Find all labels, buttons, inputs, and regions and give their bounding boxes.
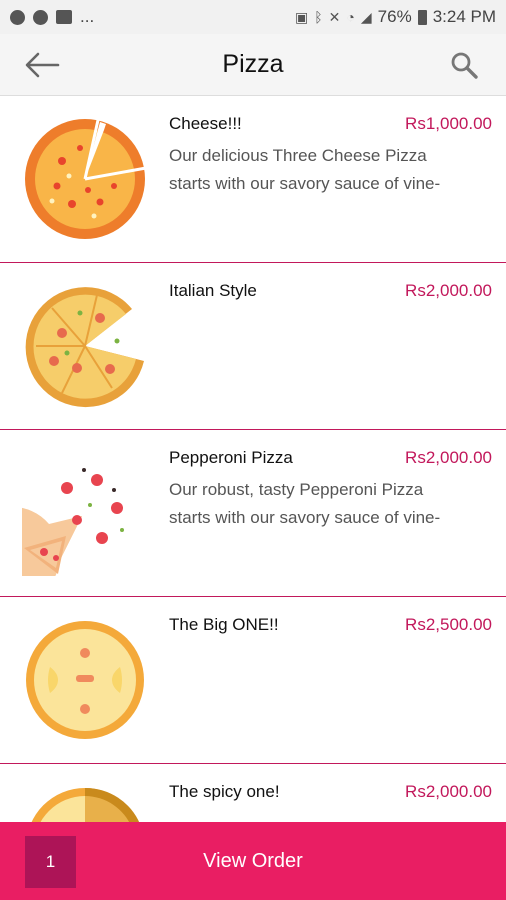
clock: 3:24 PM [432, 7, 496, 26]
toolbar: Pizza [0, 34, 506, 96]
signal-icon: ◢ [360, 8, 372, 25]
item-description: Our delicious Three Cheese Pizza starts … [169, 142, 491, 198]
blocked-icon [33, 9, 48, 25]
item-price: Rs2,000.00 [405, 281, 492, 300]
status-bar: ... ▣ ᛒ ✕ ◔ ◢ 76% 3:24 PM [0, 0, 506, 34]
status-notifications: ... [10, 7, 94, 27]
list-item[interactable]: Cheese!!! Rs1,000.00 Our delicious Three… [0, 96, 506, 263]
bluetooth-icon: ᛒ [314, 9, 323, 25]
item-price: Rs2,500.00 [405, 615, 492, 634]
view-order-button[interactable]: 1 View Order [0, 822, 506, 900]
arrow-left-icon [25, 52, 60, 78]
image-icon [56, 10, 72, 24]
search-button[interactable] [444, 48, 484, 82]
item-price: Rs2,000.00 [405, 782, 492, 801]
list-item[interactable]: Pepperoni Pizza Rs2,000.00 Our robust, t… [0, 430, 506, 597]
search-icon [451, 52, 478, 79]
item-description-line: starts with our savory sauce of vine- [169, 174, 441, 193]
item-name: Pepperoni Pizza [169, 448, 293, 467]
back-button[interactable] [22, 48, 62, 82]
item-description-line: starts with our savory sauce of vine- [169, 508, 441, 527]
item-description: Our robust, tasty Pepperoni Pizza starts… [169, 476, 491, 532]
order-quantity-badge: 1 [25, 836, 76, 888]
notification-icon [10, 9, 25, 25]
item-description-line: Our delicious Three Cheese Pizza [169, 146, 427, 165]
page-title: Pizza [222, 50, 284, 78]
battery-icon [417, 9, 427, 25]
pizza-list: Cheese!!! Rs1,000.00 Our delicious Three… [0, 96, 506, 900]
wifi-icon: ◔ [346, 9, 355, 25]
item-price: Rs1,000.00 [405, 114, 492, 133]
status-system: ▣ ᛒ ✕ ◔ ◢ 76% 3:24 PM [295, 7, 496, 27]
big-pizza-icon [26, 621, 144, 739]
pepperoni-pizza-icon [22, 468, 124, 576]
italian-pizza-icon [25, 287, 145, 408]
item-name: Italian Style [169, 281, 257, 300]
item-name: The Big ONE!! [169, 615, 279, 634]
cheese-pizza-icon [25, 119, 147, 239]
item-price: Rs2,000.00 [405, 448, 492, 467]
nfc-icon: ▣ [295, 8, 309, 25]
mute-icon: ✕ [328, 8, 341, 25]
item-description-line: Our robust, tasty Pepperoni Pizza [169, 480, 424, 499]
item-name: The spicy one! [169, 782, 280, 801]
list-item[interactable]: The Big ONE!! Rs2,500.00 [0, 597, 506, 764]
more-notifications: ... [80, 7, 95, 26]
list-item[interactable]: Italian Style Rs2,000.00 [0, 263, 506, 430]
item-name: Cheese!!! [169, 114, 242, 133]
battery-percent: 76% [377, 7, 412, 26]
